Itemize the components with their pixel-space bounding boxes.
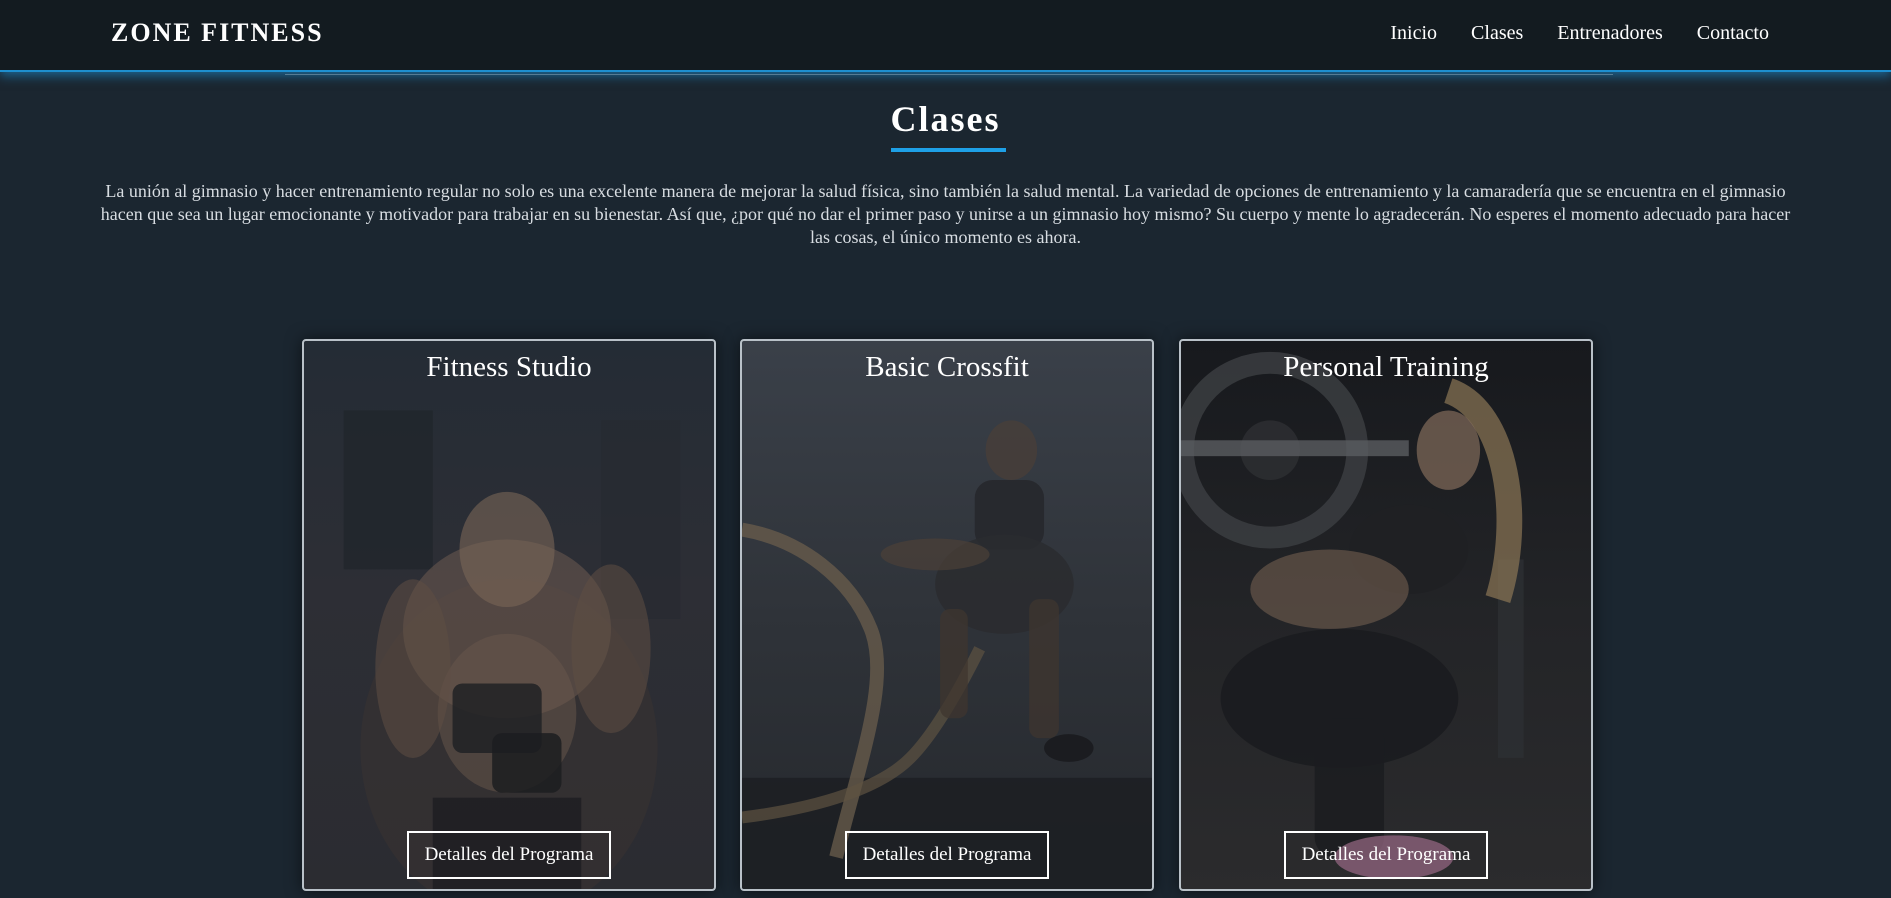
basic-crossfit-photo bbox=[742, 420, 1152, 889]
nav-link-entrenadores[interactable]: Entrenadores bbox=[1557, 22, 1663, 45]
program-details-button[interactable]: Detalles del Programa bbox=[1284, 831, 1488, 879]
brand-logo-text[interactable]: ZONE FITNESS bbox=[111, 18, 324, 48]
class-card-personal-training: Personal Training Detalles del Programa bbox=[1179, 339, 1593, 891]
card-title: Personal Training bbox=[1283, 351, 1489, 383]
program-details-button[interactable]: Detalles del Programa bbox=[845, 831, 1049, 879]
navbar: ZONE FITNESS Inicio Clases Entrenadores … bbox=[0, 0, 1891, 72]
program-details-button[interactable]: Detalles del Programa bbox=[407, 831, 611, 879]
main-nav: Inicio Clases Entrenadores Contacto bbox=[1390, 22, 1769, 45]
title-underline bbox=[891, 148, 1006, 152]
nav-link-clases[interactable]: Clases bbox=[1471, 22, 1523, 45]
fitness-studio-photo bbox=[343, 410, 681, 889]
nav-link-inicio[interactable]: Inicio bbox=[1390, 22, 1437, 45]
class-card-basic-crossfit: Basic Crossfit Detalles del Programa bbox=[740, 339, 1154, 891]
class-card-fitness-studio: Fitness Studio Detalles del Programa bbox=[302, 339, 716, 891]
nav-link-contacto[interactable]: Contacto bbox=[1697, 22, 1769, 45]
card-title: Fitness Studio bbox=[426, 351, 592, 383]
section-title: Clases bbox=[890, 99, 1001, 139]
card-title: Basic Crossfit bbox=[865, 351, 1029, 383]
section-intro-text: La unión al gimnasio y hacer entrenamien… bbox=[100, 181, 1791, 247]
header-divider bbox=[285, 74, 1613, 75]
personal-training-photo bbox=[1181, 351, 1524, 880]
